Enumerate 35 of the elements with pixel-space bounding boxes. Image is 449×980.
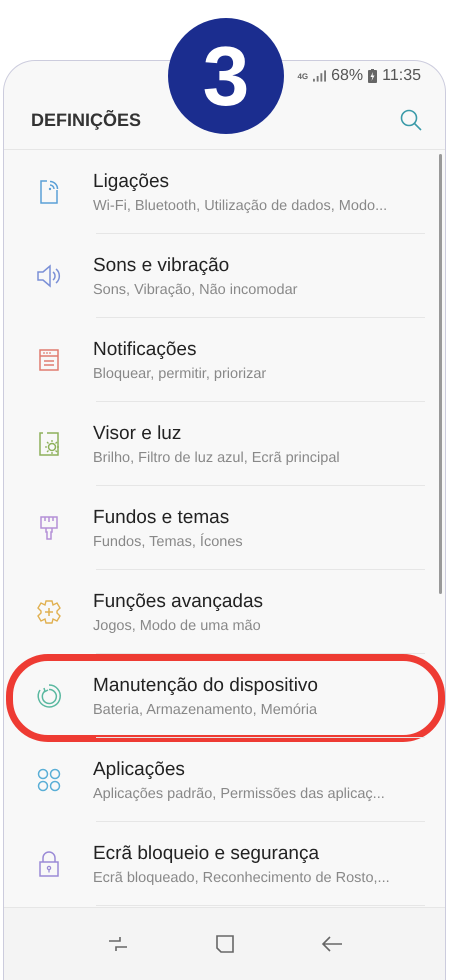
battery-icon — [368, 69, 378, 83]
settings-item[interactable]: Aplicações Aplicações padrão, Permissões das aplicaç... — [4, 738, 445, 822]
item-subtitle: Jogos, Modo de uma mão — [93, 618, 262, 634]
settings-item[interactable]: Visor e luz Brilho, Filtro de luz azul, Ecrã principal — [4, 402, 445, 486]
item-subtitle: Bloquear, permitir, priorizar — [93, 366, 266, 382]
network-indicator: 4G — [297, 72, 308, 80]
settings-item[interactable]: Sons e vibração Sons, Vibração, Não incomodar — [4, 234, 445, 318]
item-subtitle: Bateria, Armazenamento, Memória — [93, 702, 318, 718]
item-title: Fundos e temas — [93, 506, 230, 528]
signal-icon — [313, 70, 326, 82]
item-title: Funções avançadas — [93, 590, 264, 612]
item-subtitle: Ecrã bloqueado, Reconhecimento de Rosto,... — [93, 870, 390, 886]
item-title: Ligações — [93, 170, 170, 192]
item-subtitle: Brilho, Filtro de luz azul, Ecrã principal — [93, 450, 340, 466]
item-title: Ecrã bloqueio e segurança — [93, 842, 320, 864]
settings-item[interactable]: Ligações Wi-Fi, Bluetooth, Utilização de dados, Modo... — [4, 150, 445, 234]
item-subtitle: Sons, Vibração, Não incomodar — [93, 282, 298, 298]
item-title: Manutenção do dispositivo — [93, 674, 318, 696]
clock: 11:35 — [382, 67, 421, 85]
item-title: Visor e luz — [93, 422, 182, 444]
item-title: Notificações — [93, 338, 198, 360]
step-badge: 3 — [168, 18, 284, 134]
item-title: Sons e vibração — [93, 254, 230, 276]
item-subtitle: Wi-Fi, Bluetooth, Utilização de dados, Modo... — [93, 198, 388, 214]
item-subtitle: Fundos, Temas, Ícones — [93, 534, 243, 550]
item-subtitle: Aplicações padrão, Permissões das aplicaç... — [93, 786, 385, 802]
settings-item[interactable]: Funções avançadas Jogos, Modo de uma mão — [4, 570, 445, 654]
settings-item[interactable]: Ecrã bloqueio e segurança Ecrã bloqueado, Reconhecimento de Rosto,... — [4, 822, 445, 906]
item-title: Aplicações — [93, 758, 186, 780]
settings-item[interactable]: Notificações Bloquear, permitir, priorizar — [4, 318, 445, 402]
screen-title: DEFINIÇÕES — [31, 110, 142, 130]
settings-item[interactable]: Manutenção do dispositivo Bateria, Armazenamento, Memória — [4, 654, 445, 738]
settings-item[interactable]: Fundos e temas Fundos, Temas, Ícones — [4, 486, 445, 570]
battery-percent: 68% — [331, 67, 364, 85]
search-icon[interactable] — [399, 108, 423, 132]
